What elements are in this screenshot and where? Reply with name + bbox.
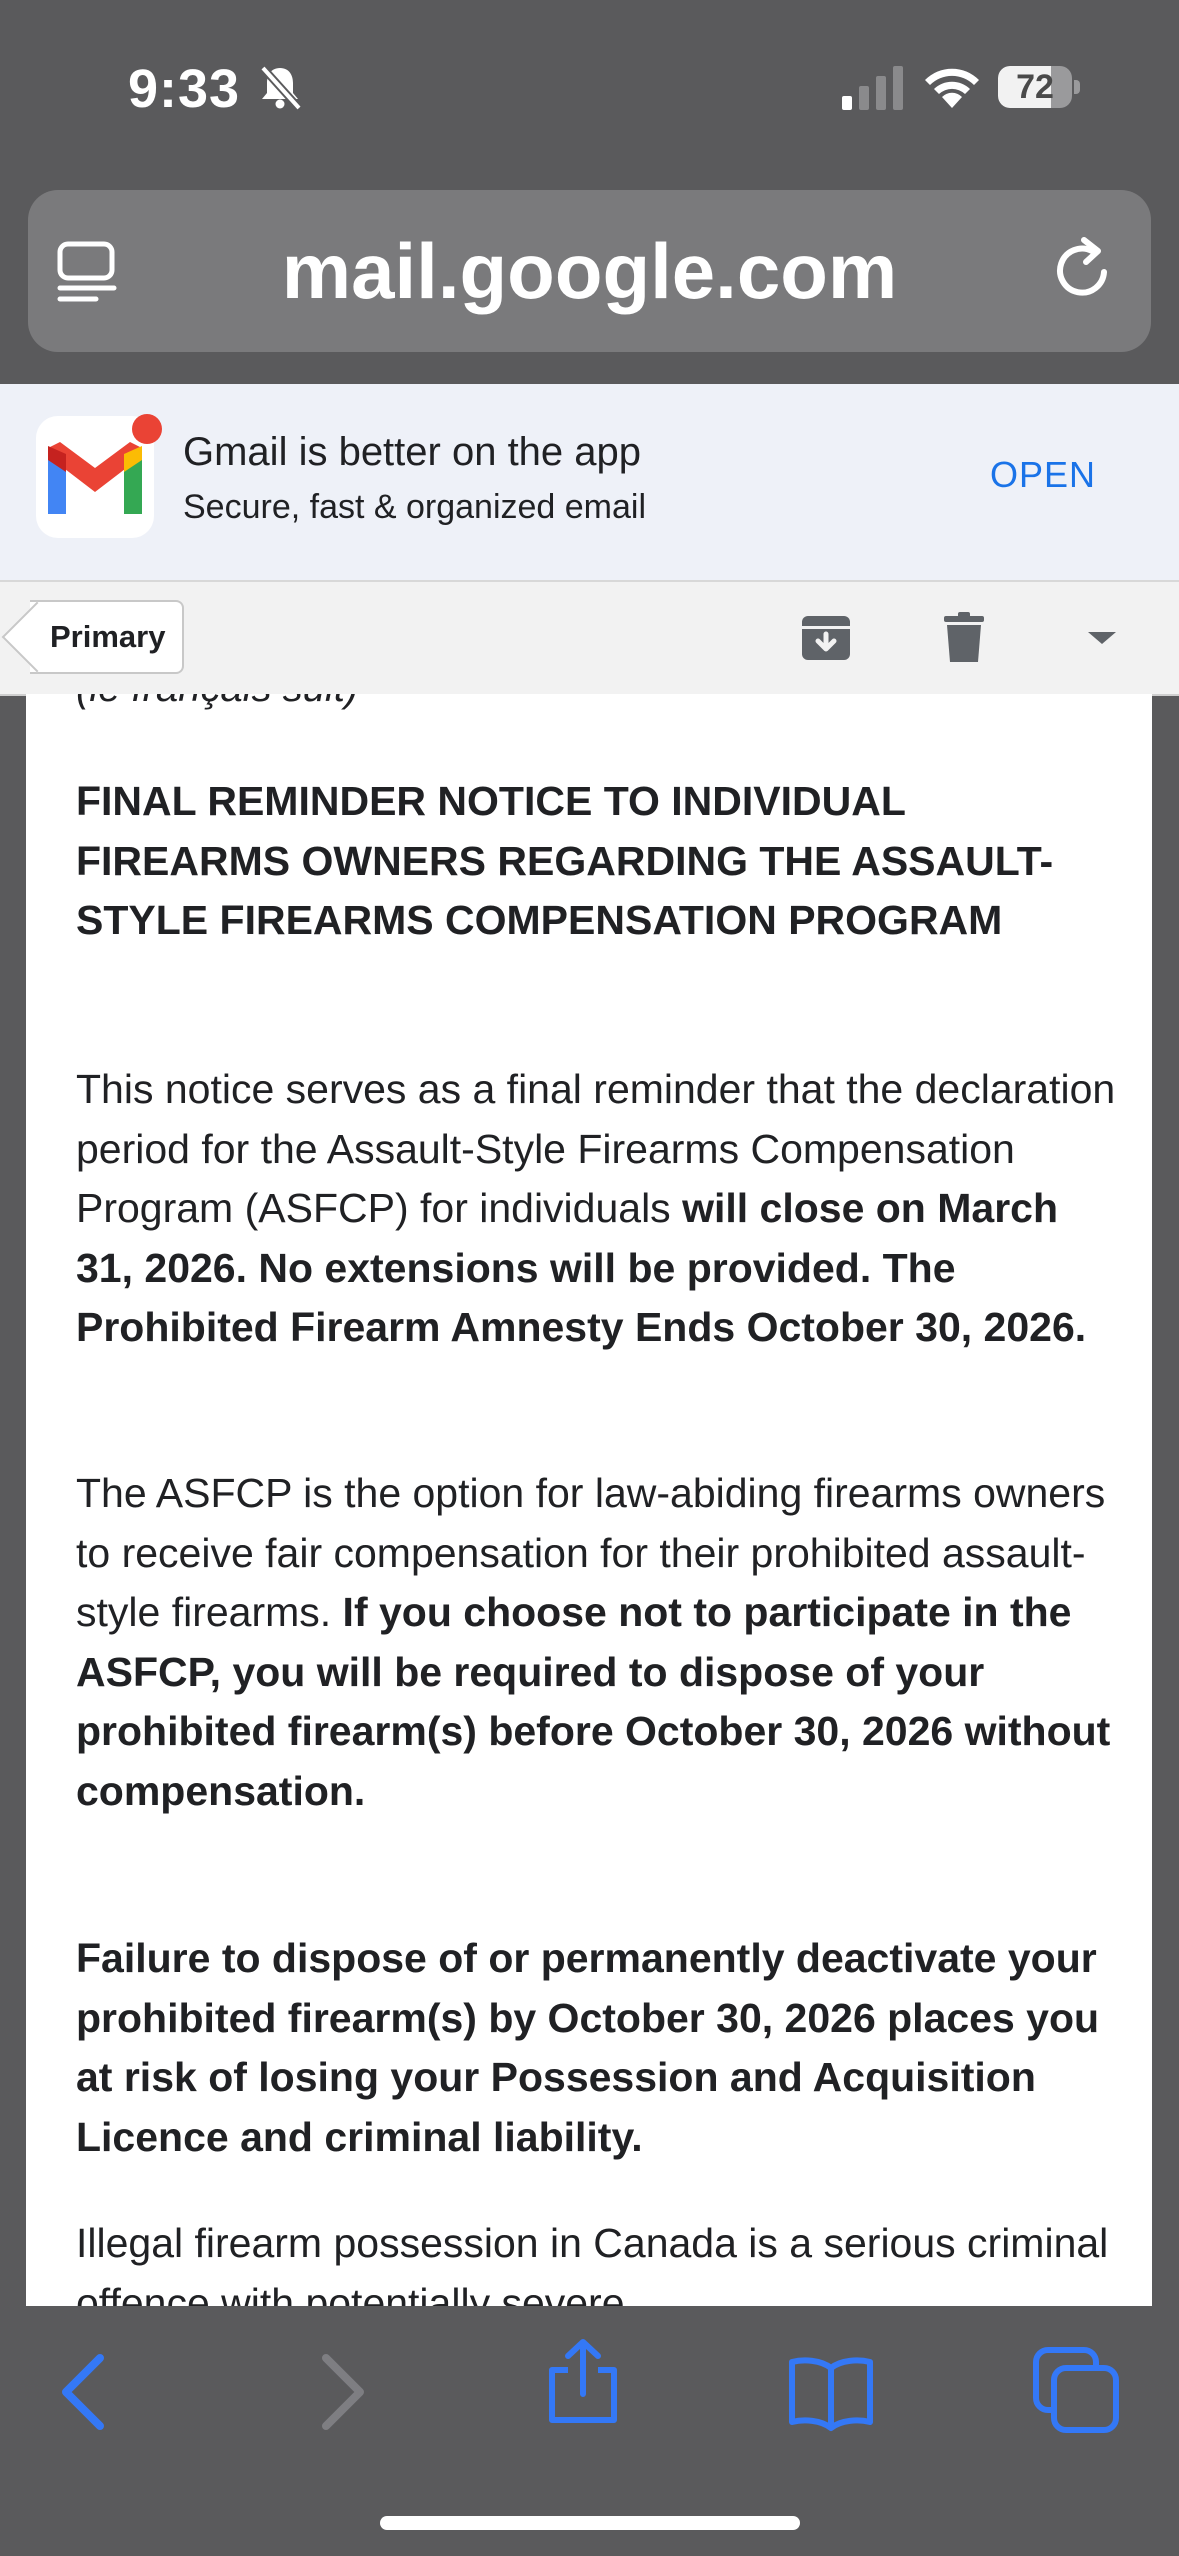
banner-subtitle: Secure, fast & organized email	[183, 488, 647, 526]
battery-icon: 72	[998, 66, 1080, 108]
bookmarks-icon[interactable]	[786, 2346, 876, 2436]
paragraph-failure-warning: Failure to dispose of or permanently dea…	[76, 1935, 1100, 2160]
paragraph-declaration-period: This notice serves as a final reminder t…	[76, 1060, 1126, 1358]
email-toolbar: Primary	[0, 580, 1179, 696]
status-bar: 9:33 72	[0, 0, 1179, 180]
email-body: (le français suit) FINAL REMINDER NOTICE…	[26, 694, 1152, 2306]
wifi-icon	[925, 68, 979, 108]
reload-icon[interactable]	[1048, 234, 1120, 306]
bell-slash-icon	[260, 65, 302, 111]
cellular-signal-icon	[842, 66, 903, 110]
back-icon[interactable]	[40, 2346, 130, 2436]
battery-percent: 72	[1016, 68, 1054, 106]
open-app-button[interactable]: OPEN	[990, 454, 1096, 496]
paragraph-asfcp-option: The ASFCP is the option for law-abiding …	[76, 1464, 1126, 1821]
tabs-icon[interactable]	[1032, 2346, 1122, 2436]
app-promo-banner: Gmail is better on the app Secure, fast …	[0, 384, 1179, 580]
french-follows-note: (le français suit)	[76, 694, 358, 711]
home-indicator[interactable]	[380, 2516, 800, 2530]
share-icon[interactable]	[538, 2336, 628, 2426]
primary-label-text: Primary	[50, 619, 166, 654]
paragraph-illegal-possession: Illegal firearm possession in Canada is …	[76, 2220, 1109, 2306]
forward-icon[interactable]	[296, 2346, 386, 2436]
notification-dot	[132, 414, 162, 444]
more-dropdown-icon[interactable]	[1074, 610, 1130, 666]
primary-label-tag[interactable]: Primary	[30, 600, 184, 674]
trash-icon[interactable]	[936, 610, 992, 666]
status-time: 9:33	[128, 59, 241, 119]
address-bar[interactable]: mail.google.com	[28, 190, 1151, 352]
banner-title: Gmail is better on the app	[183, 430, 642, 474]
url-text[interactable]: mail.google.com	[28, 190, 1151, 352]
archive-icon[interactable]	[798, 610, 854, 666]
email-heading: FINAL REMINDER NOTICE TO INDIVIDUAL FIRE…	[76, 778, 1054, 943]
